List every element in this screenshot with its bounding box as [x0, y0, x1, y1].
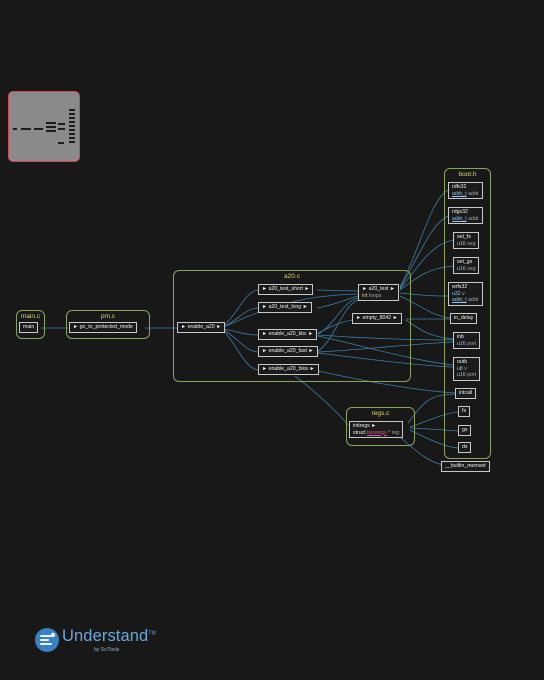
node-label: __builtin_memset: [445, 463, 486, 469]
param-type: u8: [457, 365, 463, 372]
node-empty-8042[interactable]: ► empty_8042 ►: [352, 313, 402, 324]
param-type: u16: [457, 372, 466, 378]
node-a20-test-short[interactable]: ► a20_test_short ►: [258, 284, 314, 295]
param-name: v: [464, 365, 467, 372]
param-name: addr: [468, 215, 479, 222]
param-type: addr_t: [452, 297, 467, 303]
node-outb[interactable]: outb u8 v u16 port: [453, 357, 481, 381]
node-label: ► enable_a20_fast ►: [262, 348, 314, 354]
node-label: fs: [462, 408, 467, 414]
param-type: addr_t: [452, 215, 467, 222]
edge: [294, 375, 349, 426]
node-set-fs[interactable]: set_fs u16 seg: [453, 232, 480, 249]
node-wrfs32[interactable]: wrfs32 u32 v addr_t addr: [448, 282, 483, 306]
minimap-node: [13, 128, 17, 130]
cluster-label: boot.h: [458, 171, 477, 178]
node-builtin-memset[interactable]: __builtin_memset: [441, 461, 490, 472]
node-rdfs32[interactable]: rdfs32 addr_t addr: [448, 182, 483, 199]
param-name: addr: [468, 297, 479, 303]
param-type: addr_t: [452, 190, 467, 197]
node-label: ► enable_a20_bios ►: [262, 366, 315, 372]
brand-name: UnderstandTM: [62, 627, 156, 646]
param-name: addr: [468, 190, 479, 197]
cluster-label: main.c: [20, 313, 41, 320]
node-intcall[interactable]: intcall: [455, 388, 477, 399]
param-name: v: [462, 290, 465, 297]
node-inb[interactable]: inb u16 port: [453, 332, 481, 349]
minimap-node: [58, 142, 64, 144]
node-label: ► empty_8042 ►: [356, 315, 398, 321]
param-type: u16: [457, 265, 466, 272]
node-a20-test-long[interactable]: ► a20_test_long ►: [258, 302, 312, 313]
minimap-node: [46, 130, 56, 132]
node-label: ► enable_a20_kbc ►: [262, 331, 314, 337]
param-name: loops: [368, 292, 382, 299]
node-io-delay[interactable]: io_delay: [450, 313, 478, 324]
param-type: biosregs: [367, 429, 387, 436]
minimap-node: [46, 122, 56, 124]
node-rdgs32[interactable]: rdgs32 addr_t addr: [448, 207, 483, 224]
node-label: intcall: [459, 390, 473, 396]
node-label: ► a20_test_short ►: [262, 286, 310, 292]
node-label: ► go_to_protected_mode: [73, 324, 133, 330]
cluster-label: pm.c: [100, 313, 116, 320]
param-type: u32: [452, 290, 461, 297]
minimap-node: [58, 123, 65, 125]
node-initregs[interactable]: initregs ► struct biosregs * reg: [349, 421, 404, 438]
understand-logo-icon: [35, 628, 59, 652]
cluster-label: regs.c: [371, 410, 390, 417]
node-enable-a20-fast[interactable]: ► enable_a20_fast ►: [258, 346, 318, 357]
param-type: u16: [457, 340, 466, 347]
brand-subtitle: by SciTools: [94, 647, 120, 653]
minimap-node: [21, 128, 31, 130]
param-name: seg: [467, 240, 476, 247]
node-main[interactable]: main: [19, 322, 39, 333]
node-label: ► enable_a20 ►: [181, 324, 222, 330]
node-enable-a20[interactable]: ► enable_a20 ►: [177, 322, 226, 333]
node-a20-test[interactable]: ► a20_test ► int loops: [358, 284, 400, 301]
minimap-node: [34, 128, 43, 130]
param-type: int: [362, 292, 368, 299]
minimap-node: [69, 109, 75, 143]
node-go-to-protected-mode[interactable]: ► go_to_protected_mode: [69, 322, 137, 333]
param-name: port: [467, 372, 477, 378]
node-fs[interactable]: fs: [458, 406, 471, 417]
node-label: io_delay: [454, 315, 474, 321]
node-set-gs[interactable]: set_gs u16 seg: [453, 257, 480, 274]
minimap-node: [46, 126, 56, 128]
node-enable-a20-kbc[interactable]: ► enable_a20_kbc ►: [258, 329, 318, 340]
cluster-label: a20.c: [284, 273, 300, 280]
node-ds[interactable]: ds: [458, 442, 472, 453]
node-label: main: [23, 324, 35, 330]
brand-name-text: Understand: [62, 627, 149, 645]
param-name: * reg: [388, 429, 400, 436]
param-name: port: [467, 340, 477, 347]
minimap-node: [58, 128, 65, 130]
node-gs[interactable]: gs: [458, 425, 472, 436]
node-enable-a20-bios[interactable]: ► enable_a20_bios ►: [258, 364, 319, 375]
node-label: ► a20_test_long ►: [262, 304, 308, 310]
node-label: ds: [462, 444, 468, 450]
param-keyword: struct: [353, 429, 366, 436]
node-label: gs: [462, 427, 468, 433]
brand-trademark: TM: [148, 630, 156, 637]
minimap-overview[interactable]: [8, 91, 80, 162]
understand-logo: UnderstandTM by SciTools: [34, 627, 184, 657]
param-name: seg: [467, 265, 476, 272]
param-type: u16: [457, 240, 466, 247]
